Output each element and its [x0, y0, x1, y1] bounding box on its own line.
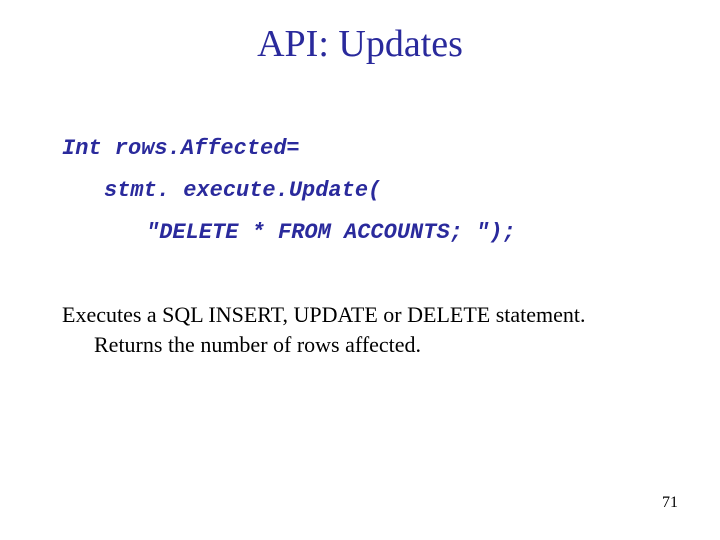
- code-line-1: Int rows.Affected=: [62, 128, 516, 170]
- body-line-2: Returns the number of rows affected.: [94, 330, 662, 360]
- slide-title: API: Updates: [0, 22, 720, 66]
- code-line-2: stmt. execute.Update(: [104, 170, 516, 212]
- body-line-1: Executes a SQL INSERT, UPDATE or DELETE …: [62, 302, 586, 327]
- code-block: Int rows.Affected= stmt. execute.Update(…: [62, 128, 516, 253]
- slide: API: Updates Int rows.Affected= stmt. ex…: [0, 0, 720, 540]
- code-line-3: "DELETE * FROM ACCOUNTS; ");: [146, 212, 516, 254]
- page-number: 71: [662, 494, 678, 512]
- body-text: Executes a SQL INSERT, UPDATE or DELETE …: [62, 300, 662, 359]
